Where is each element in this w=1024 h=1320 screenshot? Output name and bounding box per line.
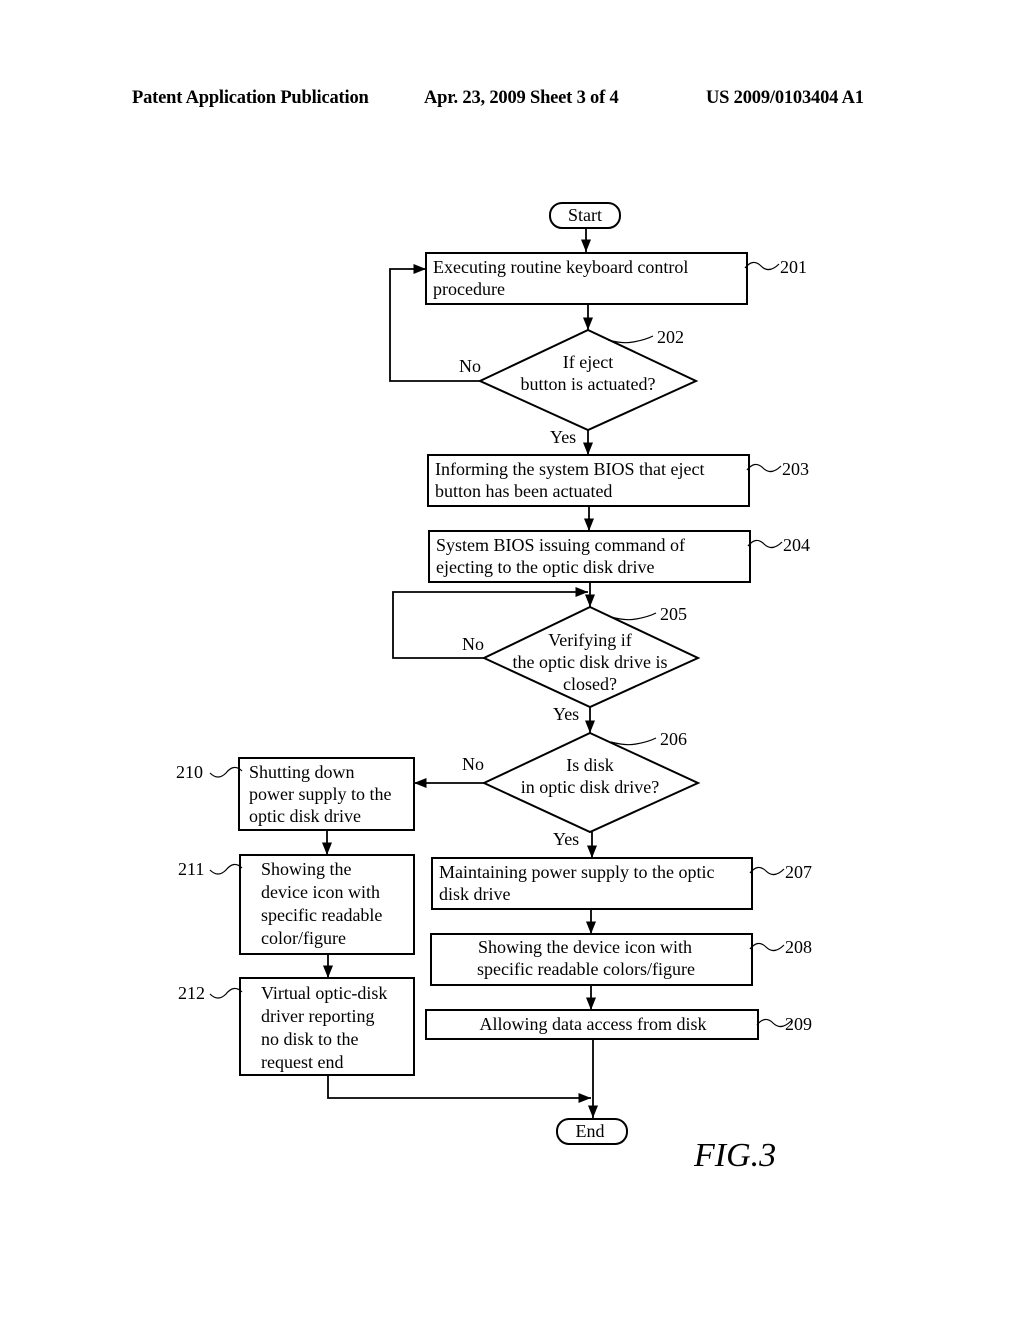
leader-210: [209, 766, 243, 778]
leader-202: [607, 335, 654, 344]
decision-206-line-2: in optic disk drive?: [521, 777, 659, 797]
decision-202-no: No: [459, 356, 481, 376]
decision-206-no: No: [462, 754, 484, 774]
decision-205-line-3: closed?: [563, 674, 617, 694]
step-211-line-3: specific readable: [261, 905, 382, 925]
step-209-line-1: Allowing data access from disk: [480, 1014, 707, 1034]
step-210-line-3: optic disk drive: [249, 806, 361, 826]
decision-206-yes: Yes: [553, 829, 579, 849]
ref-207: 207: [785, 862, 812, 882]
step-212-line-3: no disk to the: [261, 1029, 359, 1049]
ref-203: 203: [782, 459, 809, 479]
start-label: Start: [568, 205, 602, 225]
ref-204: 204: [783, 535, 810, 555]
step-211-line-4: color/figure: [261, 928, 346, 948]
decision-205-yes: Yes: [553, 704, 579, 724]
step-212-line-2: driver reporting: [261, 1006, 374, 1026]
ref-212: 212: [178, 983, 205, 1003]
leader-204: [747, 539, 783, 549]
step-212-line-4: request end: [261, 1052, 343, 1072]
arrow-212-end: [327, 1075, 591, 1104]
end-label: End: [576, 1121, 605, 1141]
ref-201: 201: [780, 257, 807, 277]
decision-202-line-1: If eject: [563, 352, 613, 372]
step-201-line-2: procedure: [433, 279, 505, 299]
decision-206-line-1: Is disk: [566, 755, 614, 775]
leader-207: [749, 866, 785, 876]
leader-201: [744, 261, 780, 271]
step-208: Showing the device icon with specific re…: [430, 933, 812, 986]
decision-202-line-2: button is actuated?: [521, 374, 656, 394]
step-204-line-1: System BIOS issuing command of: [436, 535, 685, 555]
figure-label: FIG.3: [693, 1137, 776, 1174]
ref-205: 205: [660, 604, 687, 624]
leader-205: [610, 612, 657, 621]
step-201-line-1: Executing routine keyboard control: [433, 257, 688, 277]
ref-210: 210: [176, 762, 203, 782]
step-207-line-1: Maintaining power supply to the optic: [439, 862, 714, 882]
flowchart: Start Executing routine keyboard control…: [176, 202, 812, 1174]
step-208-line-1: Showing the device icon with: [478, 937, 692, 957]
end-terminal: End: [556, 1118, 628, 1145]
step-210-line-1: Shutting down: [249, 762, 355, 782]
leader-211: [209, 863, 243, 875]
decision-205-line-2: the optic disk drive is: [513, 652, 668, 672]
leader-208: [749, 942, 785, 952]
ref-202: 202: [657, 327, 684, 347]
step-212-line-1: Virtual optic-disk: [261, 983, 387, 1003]
step-211: Showing the device icon with specific re…: [178, 854, 415, 955]
step-207: Maintaining power supply to the optic di…: [431, 857, 812, 910]
ref-211: 211: [178, 859, 204, 879]
decision-205: Verifying if the optic disk drive is clo…: [462, 604, 701, 724]
step-209: Allowing data access from disk 209: [425, 1009, 812, 1040]
decision-206: Is disk in optic disk drive? 206 No Yes: [462, 729, 701, 849]
ref-209: 209: [785, 1014, 812, 1034]
step-204-line-2: ejecting to the optic disk drive: [436, 557, 654, 577]
step-211-line-2: device icon with: [261, 882, 380, 902]
leader-206: [610, 737, 657, 746]
leader-203: [746, 463, 782, 473]
step-203-line-1: Informing the system BIOS that eject: [435, 459, 704, 479]
ref-208: 208: [785, 937, 812, 957]
step-204: System BIOS issuing command of ejecting …: [428, 530, 810, 583]
leader-212: [209, 987, 243, 999]
step-210: Shutting down power supply to the optic …: [176, 757, 415, 831]
ref-206: 206: [660, 729, 687, 749]
step-203-line-2: button has been actuated: [435, 481, 612, 501]
step-211-line-1: Showing the: [261, 859, 352, 879]
step-212: Virtual optic-disk driver reporting no d…: [178, 977, 415, 1076]
step-207-line-2: disk drive: [439, 884, 511, 904]
step-208-line-2: specific readable colors/figure: [477, 959, 695, 979]
start-terminal: Start: [549, 202, 621, 229]
decision-202: If eject button is actuated? 202 No Yes: [459, 327, 699, 447]
step-201: Executing routine keyboard control proce…: [425, 252, 807, 305]
step-210-line-2: power supply to the: [249, 784, 391, 804]
decision-205-line-1: Verifying if: [548, 630, 631, 650]
step-203: Informing the system BIOS that eject but…: [427, 454, 809, 507]
decision-202-yes: Yes: [550, 427, 576, 447]
decision-205-no: No: [462, 634, 484, 654]
